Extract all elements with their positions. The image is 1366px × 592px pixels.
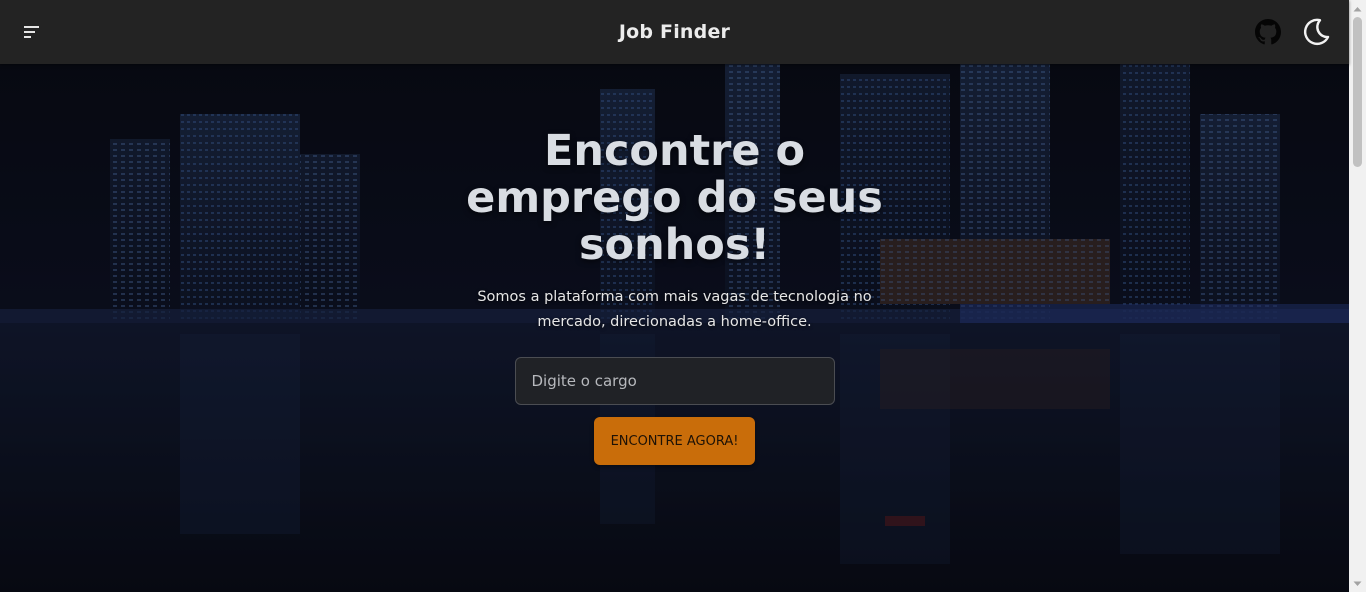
top-app-bar: Job Finder xyxy=(0,0,1349,64)
moon-icon xyxy=(1304,18,1330,46)
scroll-up-arrow-icon[interactable] xyxy=(1349,0,1366,17)
hero-section: Encontre o emprego do seus sonhos! Somos… xyxy=(0,64,1349,592)
find-now-button[interactable]: ENCONTRE AGORA! xyxy=(594,417,755,465)
hero-headline: Encontre o emprego do seus sonhos! xyxy=(466,126,883,270)
theme-toggle-button[interactable] xyxy=(1301,17,1331,47)
app-title: Job Finder xyxy=(618,21,731,43)
header-actions xyxy=(1255,17,1331,47)
hero-subtitle: Somos a plataforma com mais vagas de tec… xyxy=(477,289,872,330)
github-button[interactable] xyxy=(1255,19,1281,45)
menu-icon xyxy=(24,26,39,38)
menu-button[interactable] xyxy=(20,20,44,44)
job-title-search-input[interactable] xyxy=(514,357,835,405)
hero-content: Encontre o emprego do seus sonhos! Somos… xyxy=(0,128,1349,465)
scroll-down-arrow-icon[interactable] xyxy=(1349,575,1366,592)
github-icon xyxy=(1255,19,1281,45)
page-scrollbar[interactable] xyxy=(1349,0,1366,592)
scrollbar-thumb[interactable] xyxy=(1353,17,1362,167)
